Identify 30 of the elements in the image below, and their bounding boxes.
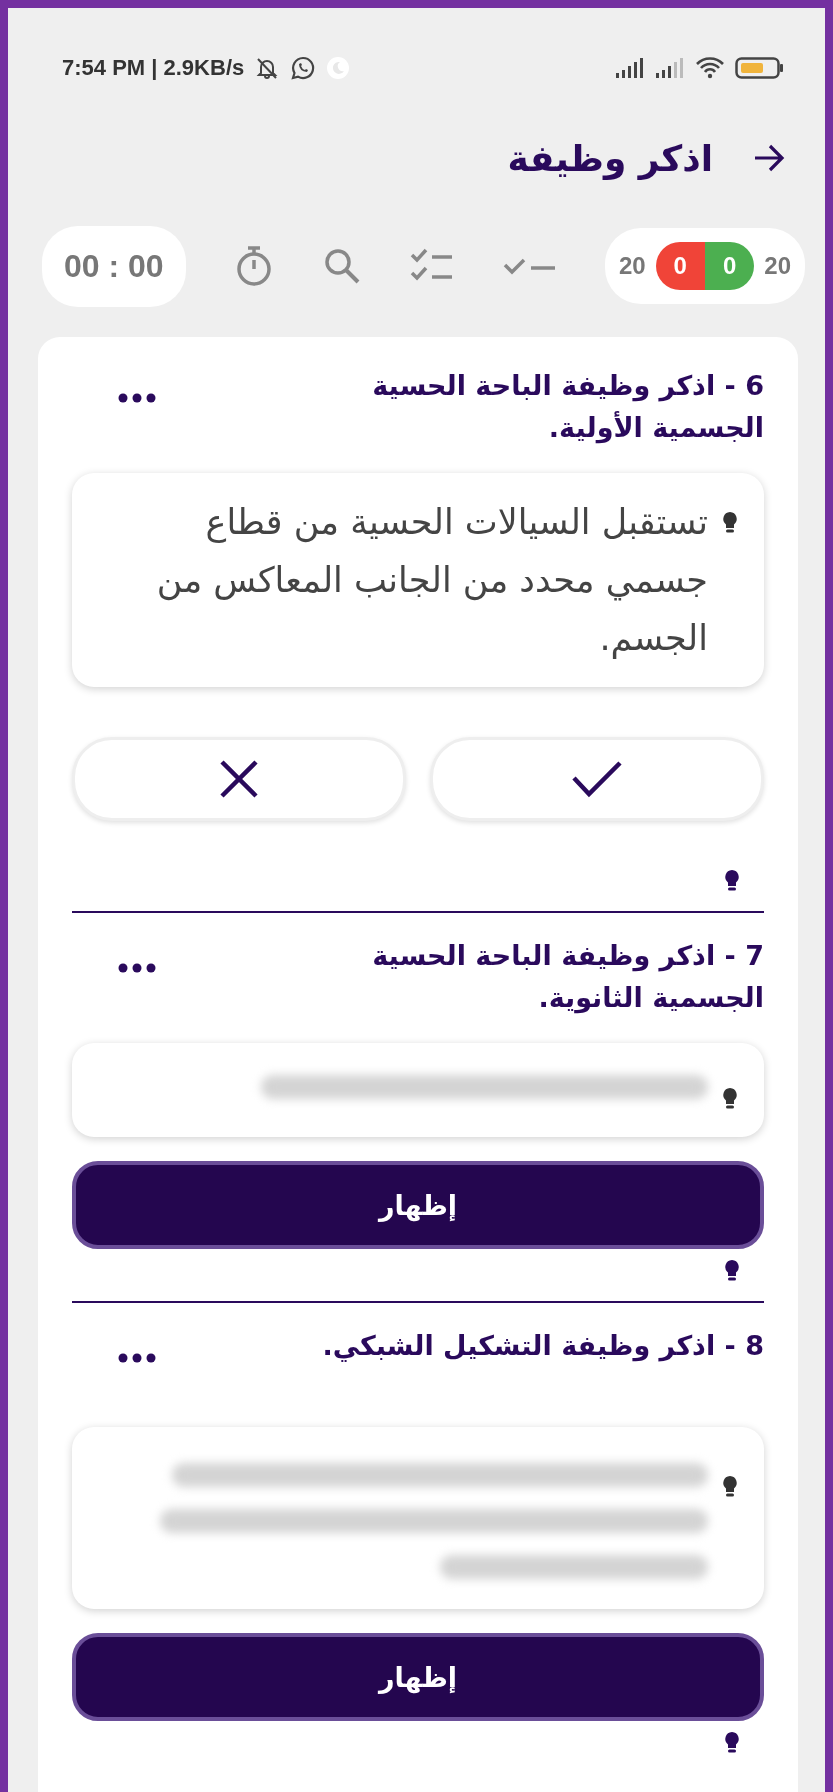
hint-bulb-icon[interactable] xyxy=(724,869,740,893)
status-time: 7:54 PM | 2.9KB/s xyxy=(62,55,245,81)
battery-icon xyxy=(735,56,785,80)
question-title: 6 - اذكر وظيفة الباحة الحسية الجسمية الأولية. xyxy=(371,369,764,446)
check-icon xyxy=(571,760,623,798)
show-button[interactable]: إظهار xyxy=(72,1633,764,1721)
wifi-icon xyxy=(695,56,725,80)
more-options-icon[interactable] xyxy=(118,393,156,403)
lightbulb-icon xyxy=(722,1087,738,1111)
chat-app-icon xyxy=(290,55,317,81)
hint-bulb-icon[interactable] xyxy=(724,1259,740,1283)
close-icon xyxy=(219,759,259,799)
right-count: 0 xyxy=(704,242,755,290)
wrong-count: 0 xyxy=(655,242,705,290)
page-title: اذكر وظيفة xyxy=(507,137,713,179)
signal-icon xyxy=(655,57,685,79)
lightbulb-icon xyxy=(722,511,738,535)
show-button[interactable]: إظهار xyxy=(72,1161,764,1249)
signal-icon xyxy=(615,57,645,79)
hint-bulb-icon[interactable] xyxy=(724,1731,740,1755)
timer-display: 00 : 00 xyxy=(42,225,186,307)
total-count: 20 xyxy=(764,252,791,280)
more-options-icon[interactable] xyxy=(118,1353,156,1363)
answer-text: تستقبل السيالات الحسية من قطاع جسمي محدد من الجانب المعاكس من الجسم. xyxy=(155,501,708,661)
lightbulb-icon xyxy=(722,1475,738,1499)
back-arrow-icon[interactable] xyxy=(753,144,785,172)
question-title: 8 - اذكر وظيفة التشكيل الشبكي. xyxy=(321,1329,764,1364)
more-options-icon[interactable] xyxy=(118,963,156,973)
total-count: 20 xyxy=(618,252,646,280)
question-title: 7 - اذكر وظيفة الباحة الحسية الجسمية الثانوية. xyxy=(371,939,764,1016)
